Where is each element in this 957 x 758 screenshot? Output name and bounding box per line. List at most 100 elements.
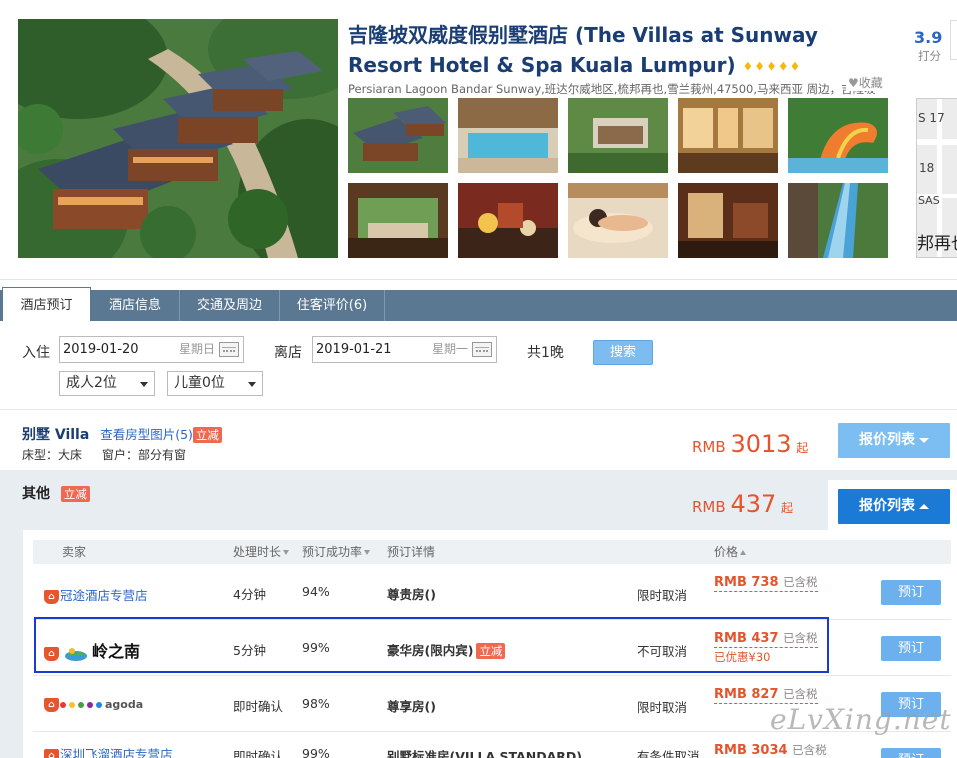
tab-booking[interactable]: 酒店预订 [2, 287, 91, 321]
discount-badge: 立减 [192, 427, 222, 443]
heart-icon: ♥ [848, 76, 859, 90]
shop-icon: ⌂ [44, 589, 59, 604]
room-name-text: 别墅 Villa [22, 427, 90, 443]
photo-thumbnail[interactable] [458, 98, 558, 173]
checkout-label: 离店 [274, 345, 302, 361]
calendar-icon[interactable] [472, 342, 492, 357]
cancel-policy[interactable]: 限时取消 [637, 585, 687, 604]
discount-badge: 立减 [60, 486, 90, 502]
checkin-date-input[interactable]: 2019-01-20 星期日 [59, 336, 244, 363]
room-detail: 尊享房() [387, 699, 436, 714]
tab-bar: 酒店预订 酒店信息 交通及周边 住客评价(6) [0, 287, 957, 321]
sort-desc-icon [283, 550, 290, 555]
tab-transport[interactable]: 交通及周边 [180, 290, 280, 321]
col-label: 预订成功率 [302, 545, 363, 559]
checkin-weekday: 星期日 [178, 342, 215, 356]
photo-thumbnail[interactable] [678, 98, 778, 173]
score-panel-edge [950, 20, 957, 60]
tab-hotel-info[interactable]: 酒店信息 [91, 290, 180, 321]
room-name-text: 其他 [22, 486, 50, 502]
price-list-label: 报价列表 [859, 498, 915, 514]
sort-asc-icon [740, 550, 747, 555]
cancel-policy[interactable]: 有条件取消 [637, 746, 700, 758]
map-label: S 17 [918, 111, 945, 125]
book-button[interactable]: 预订 [881, 748, 941, 758]
hotel-main-photo[interactable] [18, 19, 338, 258]
photo-thumbnail[interactable] [788, 183, 888, 258]
checkout-date-input[interactable]: 2019-01-21 星期一 [312, 336, 497, 363]
room-type-name: 其他 立减 [22, 483, 90, 503]
checkout-date-value: 2019-01-21 [316, 342, 392, 357]
tax-note: 已含税 [792, 743, 827, 757]
photo-thumbnail[interactable] [788, 98, 888, 173]
table-row: ⌂ 冠途酒店专营店 4分钟 94% 尊贵房() 限时取消 RMB 738 已含税 … [33, 564, 951, 620]
room-photos-link[interactable]: 查看房型图片(5) [100, 427, 193, 442]
processing-time: 即时确认 [233, 749, 284, 758]
seller-link[interactable]: ⌂ 冠途酒店专营店 [44, 585, 148, 604]
cancel-policy[interactable]: 限时取消 [637, 697, 687, 716]
hotel-address: Persiaran Lagoon Bandar Sunway,班达尔威地区,梳邦… [348, 82, 876, 96]
book-button[interactable]: 预订 [881, 636, 941, 661]
divider [0, 409, 957, 410]
seller-link[interactable]: ⌂ agoda [44, 696, 143, 712]
currency: RMB [692, 498, 726, 516]
price-value: 3013 [730, 430, 792, 458]
processing-time: 4分钟 [233, 587, 266, 602]
shop-icon: ⌂ [44, 748, 59, 758]
chevron-down-icon [140, 382, 148, 387]
room-price-from: RMB 437 起 [692, 490, 793, 518]
review-score: 3.9 [914, 28, 943, 47]
favorite-button[interactable]: ♥收藏 [846, 74, 883, 91]
photo-thumbnail[interactable] [568, 98, 668, 173]
bed-type: 床型：大床 [22, 448, 83, 462]
star-rating-icon: ♦♦♦♦♦ [742, 59, 802, 74]
offer-price: RMB 827 已含税 [714, 686, 818, 704]
book-button[interactable]: 预订 [881, 580, 941, 605]
adults-select[interactable]: 成人2位 [59, 371, 155, 396]
map-label: 18 [919, 161, 935, 175]
nights-count: 共1晚 [527, 345, 564, 361]
success-rate: 98% [302, 696, 330, 711]
divider [0, 279, 957, 280]
room-detail: 尊贵房() [387, 587, 436, 602]
col-price[interactable]: 价格 [714, 540, 747, 564]
children-value: 儿童0位 [174, 375, 225, 391]
tax-note: 已含税 [783, 575, 818, 589]
search-button[interactable]: 搜索 [593, 340, 653, 365]
checkout-weekday: 星期一 [431, 342, 468, 356]
hotel-page: 吉隆坡双威度假别墅酒店 (The Villas at Sunway Resort… [0, 0, 957, 758]
favorite-label: 收藏 [858, 76, 883, 90]
price-suffix: 起 [781, 501, 794, 515]
seller-link[interactable]: ⌂ 深圳飞溜酒店专营店 [44, 744, 173, 758]
currency: RMB [692, 438, 726, 456]
price-list-button[interactable]: 报价列表 [838, 489, 950, 524]
map-thumbnail[interactable]: S 17 18 SAS 邦再也 [916, 98, 957, 258]
chevron-up-icon [919, 503, 929, 509]
room-price-from: RMB 3013 起 [692, 430, 808, 458]
photo-thumbnail[interactable] [348, 183, 448, 258]
children-select[interactable]: 儿童0位 [167, 371, 263, 396]
photo-thumbnail[interactable] [678, 183, 778, 258]
col-processing-time[interactable]: 处理时长 [233, 540, 290, 564]
window-info: 窗户：部分有窗 [102, 448, 187, 462]
price-value: RMB 827 [714, 687, 779, 702]
chevron-down-icon [919, 437, 929, 443]
success-rate: 94% [302, 584, 330, 599]
col-success-rate[interactable]: 预订成功率 [302, 540, 371, 564]
offer-price: RMB 3034 已含税 [714, 742, 827, 758]
calendar-icon[interactable] [219, 342, 239, 357]
photo-thumbnail[interactable] [458, 183, 558, 258]
processing-time: 即时确认 [233, 699, 284, 714]
photo-thumbnail[interactable] [348, 98, 448, 173]
map-label: 邦再也 [917, 234, 957, 254]
tab-reviews[interactable]: 住客评价(6) [280, 290, 385, 321]
col-detail: 预订详情 [387, 545, 436, 559]
price-list-button[interactable]: 报价列表 [838, 423, 950, 458]
hotel-title: 吉隆坡双威度假别墅酒店 (The Villas at Sunway Resort… [348, 20, 888, 82]
price-value: 437 [730, 490, 777, 518]
col-label: 价格 [714, 545, 739, 559]
col-label: 处理时长 [233, 545, 282, 559]
photo-thumbnail[interactable] [568, 183, 668, 258]
tax-note: 已含税 [783, 687, 818, 701]
price-list-label: 报价列表 [859, 432, 915, 448]
